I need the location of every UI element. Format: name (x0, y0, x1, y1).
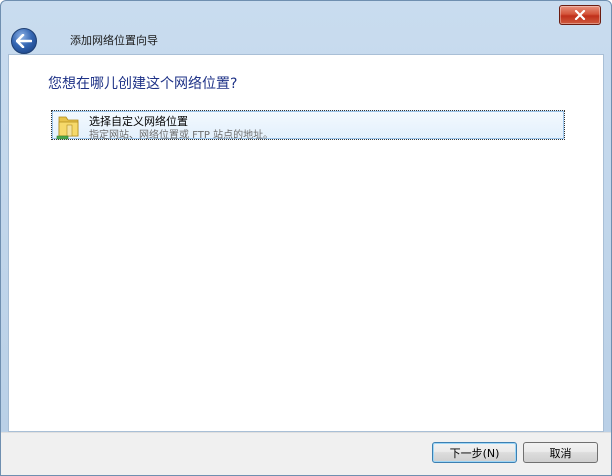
next-button[interactable]: 下一步(N) (432, 442, 517, 463)
button-bar: 下一步(N) 取消 (1, 432, 611, 475)
wizard-window: 添加网络位置向导 您想在哪儿创建这个网络位置? 选择自定义网络位置 指定网站、网… (0, 0, 612, 476)
custom-network-location-option[interactable]: 选择自定义网络位置 指定网站、网络位置或 FTP 站点的地址。 (51, 110, 565, 141)
page-heading: 您想在哪儿创建这个网络位置? (48, 76, 238, 92)
title-bar (1, 1, 611, 27)
cancel-button[interactable]: 取消 (523, 442, 598, 463)
back-arrow-icon (16, 34, 32, 48)
close-icon (574, 10, 586, 20)
close-button[interactable] (559, 5, 601, 25)
back-button[interactable] (11, 28, 37, 54)
folder-network-icon (56, 116, 79, 140)
navigation-bar: 添加网络位置向导 (1, 27, 611, 54)
wizard-title: 添加网络位置向导 (70, 34, 158, 47)
wizard-content: 您想在哪儿创建这个网络位置? 选择自定义网络位置 指定网站、网络位置或 FTP … (8, 54, 604, 432)
option-description: 指定网站、网络位置或 FTP 站点的地址。 (89, 130, 274, 141)
